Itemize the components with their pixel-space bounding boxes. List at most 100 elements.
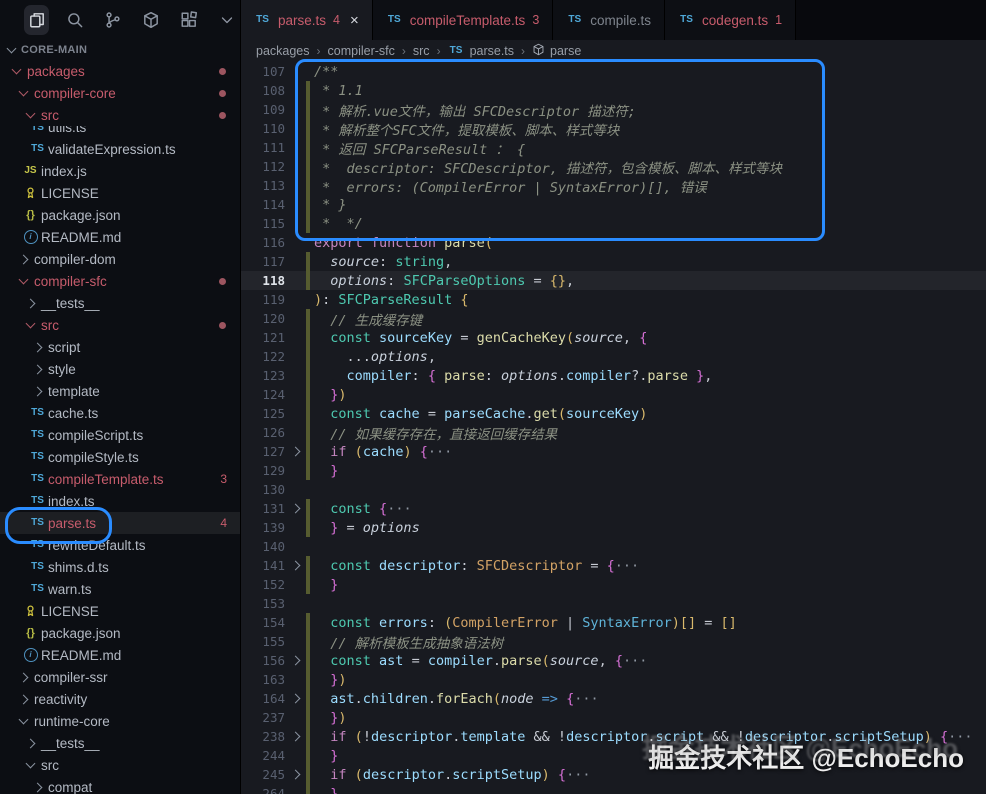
code-line[interactable]: 164 ast.children.forEach(node => {··· (241, 689, 986, 708)
tree-item-script[interactable]: script (0, 336, 240, 358)
tree-item-compiler-sfc[interactable]: compiler-sfc (0, 270, 240, 292)
fold-chevron-icon[interactable] (285, 560, 306, 571)
code-line[interactable]: 117 source: string, (241, 252, 986, 271)
close-icon[interactable]: × (350, 12, 359, 29)
code-line[interactable]: 153 (241, 594, 986, 613)
code-line[interactable]: 123 compiler: { parse: options.compiler?… (241, 366, 986, 385)
tree-item-index.ts[interactable]: TS index.ts (0, 490, 240, 512)
code-line[interactable]: 155 // 解析模板生成抽象语法树 (241, 632, 986, 652)
code-line[interactable]: 113 * errors: (CompilerError | SyntaxErr… (241, 176, 986, 196)
code-line[interactable]: 110 * 解析整个SFC文件，提取模板、脚本、样式等块 (241, 119, 986, 139)
fold-chevron-icon[interactable] (285, 769, 306, 780)
tree-item-rewriteDefault.ts[interactable]: TS rewriteDefault.ts (0, 534, 240, 556)
code-line[interactable]: 127 if (cache) {··· (241, 442, 986, 461)
code-line[interactable]: 109 * 解析.vue文件，输出 SFCDescriptor 描述符; (241, 100, 986, 120)
breadcrumb-item-parse[interactable]: parse (532, 43, 581, 59)
breadcrumb-item-packages[interactable]: packages (256, 44, 310, 58)
tab-compile.ts[interactable]: TS compile.ts (553, 0, 666, 40)
code-line[interactable]: 115 * */ (241, 214, 986, 233)
tree-item-runtime-core[interactable]: runtime-core (0, 710, 240, 732)
tab-parse.ts[interactable]: TS parse.ts 4 × (241, 0, 373, 40)
code-line[interactable]: 140 (241, 537, 986, 556)
line-number: 131 (262, 501, 285, 516)
tree-item-src[interactable]: src (0, 104, 240, 126)
tree-item-LICENSE[interactable]: LICENSE (0, 182, 240, 204)
tree-item-compileScript.ts[interactable]: TS compileScript.ts (0, 424, 240, 446)
code-line[interactable]: 264 } (241, 784, 986, 794)
code-line[interactable]: 129 } (241, 461, 986, 480)
breadcrumb-item-compiler-sfc[interactable]: compiler-sfc (328, 44, 395, 58)
tree-item-package.json[interactable]: {} package.json (0, 622, 240, 644)
code-line[interactable]: 245 if (descriptor.scriptSetup) {··· (241, 765, 986, 784)
code-line[interactable]: 131 const {··· (241, 499, 986, 518)
code-line[interactable]: 116 export function parse( (241, 233, 986, 252)
tree-item-compat[interactable]: compat (0, 776, 240, 794)
code-line[interactable]: 125 const cache = parseCache.get(sourceK… (241, 404, 986, 423)
code-line[interactable]: 108 * 1.1 (241, 81, 986, 100)
code-line[interactable]: 107 /** (241, 62, 986, 81)
code-line[interactable]: 126 // 如果缓存存在，直接返回缓存结果 (241, 423, 986, 443)
code-line[interactable]: 152 } (241, 575, 986, 594)
code-line[interactable]: 121 const sourceKey = genCacheKey(source… (241, 328, 986, 347)
tree-item-compiler-dom[interactable]: compiler-dom (0, 248, 240, 270)
tree-item-__tests__[interactable]: __tests__ (0, 292, 240, 314)
code-line[interactable]: 120 // 生成缓存键 (241, 309, 986, 329)
tree-item-warn.ts[interactable]: TS warn.ts (0, 578, 240, 600)
code-line[interactable]: 154 const errors: (CompilerError | Synta… (241, 613, 986, 632)
code-line[interactable]: 111 * 返回 SFCParseResult ： { (241, 138, 986, 158)
breadcrumb-item-parse.ts[interactable]: TS parse.ts (448, 44, 514, 58)
code-line[interactable]: 122 ...options, (241, 347, 986, 366)
code-area[interactable]: 107/** 108 * 1.1 109 * 解析.vue文件，输出 SFCDesc… (241, 62, 986, 794)
code-line[interactable]: 237 }) (241, 708, 986, 727)
tab-codegen.ts[interactable]: TS codegen.ts 1 (665, 0, 797, 40)
code-line[interactable]: 244 } (241, 746, 986, 765)
fold-chevron-icon[interactable] (285, 693, 306, 704)
tree-item-src[interactable]: src (0, 754, 240, 776)
code-line[interactable]: 238 if (!descriptor.template && !descrip… (241, 727, 986, 746)
fold-chevron-icon[interactable] (285, 655, 306, 666)
code-line[interactable]: 141 const descriptor: SFCDescriptor = {·… (241, 556, 986, 575)
tree-item-__tests__[interactable]: __tests__ (0, 732, 240, 754)
code-line[interactable]: 130 (241, 480, 986, 499)
code-line[interactable]: 124 }) (241, 385, 986, 404)
code-line[interactable]: 119): SFCParseResult { (241, 290, 986, 309)
fold-chevron-icon[interactable] (285, 503, 306, 514)
workspace-header[interactable]: CORE-MAIN (0, 40, 240, 60)
tab-compileTemplate.ts[interactable]: TS compileTemplate.ts 3 (372, 0, 554, 40)
tree-item-validateExpression.ts[interactable]: TS validateExpression.ts (0, 138, 240, 160)
code-line[interactable]: 118 options: SFCParseOptions = {}, (241, 271, 986, 290)
extensions-icon[interactable] (177, 5, 202, 35)
tree-item-template[interactable]: template (0, 380, 240, 402)
tree-item-cache.ts[interactable]: TS cache.ts (0, 402, 240, 424)
tree-item-README.md[interactable]: i README.md (0, 226, 240, 248)
tree-item-compileTemplate.ts[interactable]: TS compileTemplate.ts 3 (0, 468, 240, 490)
search-icon[interactable] (62, 5, 87, 35)
references-cube-icon[interactable] (139, 5, 164, 35)
tree-item-style[interactable]: style (0, 358, 240, 380)
code-line[interactable]: 156 const ast = compiler.parse(source, {… (241, 651, 986, 670)
tree-item-README.md[interactable]: i README.md (0, 644, 240, 666)
chevron-down-icon[interactable] (215, 5, 240, 35)
code-line[interactable]: 139 } = options (241, 518, 986, 537)
code-line[interactable]: 163 }) (241, 670, 986, 689)
tree-item-compiler-ssr[interactable]: compiler-ssr (0, 666, 240, 688)
code-line[interactable]: 112 * descriptor: SFCDescriptor, 描述符，包含模… (241, 157, 986, 177)
fold-chevron-icon[interactable] (285, 446, 306, 457)
tree-item-reactivity[interactable]: reactivity (0, 688, 240, 710)
tree-item-shims.d.ts[interactable]: TS shims.d.ts (0, 556, 240, 578)
tree-item-package.json[interactable]: {} package.json (0, 204, 240, 226)
tree-item-parse.ts[interactable]: TS parse.ts 4 (0, 512, 240, 534)
tree-item-packages[interactable]: packages (0, 60, 240, 82)
tree-item-utils.ts[interactable]: TS utils.ts (0, 126, 240, 138)
breadcrumb-item-src[interactable]: src (413, 44, 430, 58)
explorer-icon[interactable] (24, 5, 50, 35)
fold-chevron-icon[interactable] (285, 731, 306, 742)
tree-item-LICENSE[interactable]: LICENSE (0, 600, 240, 622)
code-line[interactable]: 114 * } (241, 195, 986, 214)
tree-item-compiler-core[interactable]: compiler-core (0, 82, 240, 104)
tree-item-index.js[interactable]: JS index.js (0, 160, 240, 182)
tree-item-src[interactable]: src (0, 314, 240, 336)
tree-item-compileStyle.ts[interactable]: TS compileStyle.ts (0, 446, 240, 468)
line-number: 110 (262, 121, 285, 136)
source-control-icon[interactable] (100, 5, 125, 35)
